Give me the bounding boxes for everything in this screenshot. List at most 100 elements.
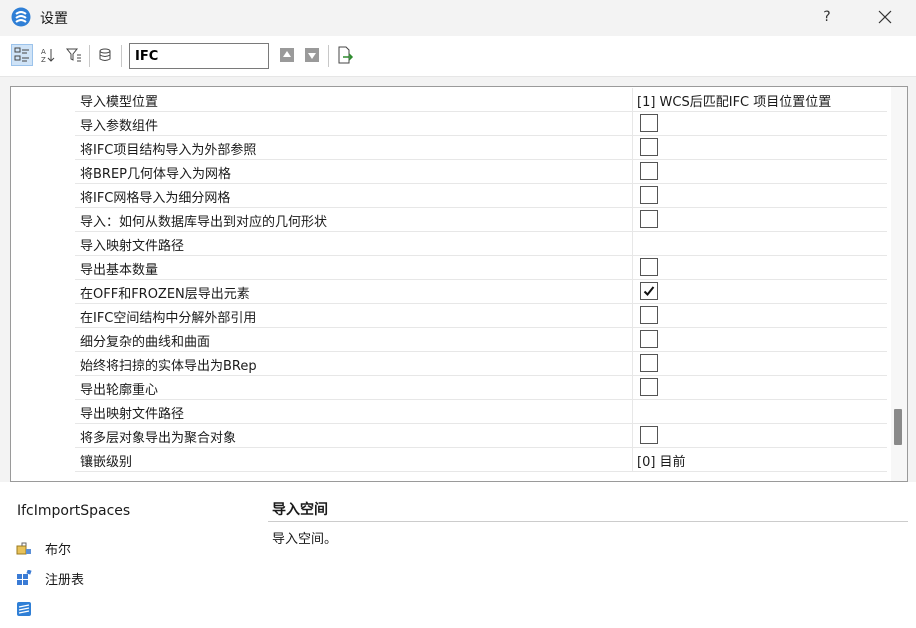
- property-row[interactable]: 将IFC网格导入为细分网格: [75, 184, 887, 208]
- tree-view-icon: [14, 47, 29, 62]
- column-divider: [632, 208, 633, 232]
- property-label: 导入：如何从数据库导出到对应的几何形状: [80, 215, 328, 230]
- column-divider: [632, 376, 633, 400]
- property-checkbox[interactable]: [640, 426, 658, 444]
- property-label: 将IFC网格导入为细分网格: [80, 191, 231, 206]
- property-row[interactable]: 导出映射文件路径: [75, 400, 887, 424]
- column-divider: [632, 280, 633, 304]
- close-icon[interactable]: [868, 4, 902, 30]
- property-label: 导出基本数量: [80, 263, 159, 278]
- property-row[interactable]: 始终将扫掠的实体导出为BRep: [75, 352, 887, 376]
- database-icon: [99, 48, 111, 61]
- property-checkbox[interactable]: [640, 138, 658, 156]
- column-divider: [632, 424, 633, 448]
- details-panel: IfcImportSpaces 布尔 注册表 导入空间 导入空间。: [0, 482, 916, 628]
- property-checkbox[interactable]: [640, 114, 658, 132]
- property-row[interactable]: 导入映射文件路径: [75, 232, 887, 256]
- arrow-up-icon: [280, 48, 294, 62]
- categorized-view-button[interactable]: [11, 44, 33, 66]
- svg-text:A: A: [41, 48, 46, 56]
- scrollbar-thumb[interactable]: [894, 409, 902, 445]
- property-label: 导入模型位置: [80, 95, 159, 110]
- search-previous-button[interactable]: [276, 44, 298, 66]
- database-button[interactable]: [95, 44, 117, 66]
- filter-button[interactable]: [63, 44, 85, 66]
- vertical-scrollbar[interactable]: [891, 87, 907, 481]
- description-title: 导入空间: [272, 502, 328, 518]
- property-checkbox[interactable]: [640, 162, 658, 180]
- property-label: 细分复杂的曲线和曲面: [80, 335, 211, 350]
- property-name: IfcImportSpaces: [17, 503, 131, 519]
- search-input[interactable]: [129, 43, 269, 69]
- export-button[interactable]: [334, 44, 356, 66]
- property-checkbox[interactable]: [640, 282, 658, 300]
- property-checkbox[interactable]: [640, 378, 658, 396]
- property-label: 导入映射文件路径: [80, 239, 185, 254]
- property-value[interactable]: [1] WCS后匹配IFC 项目位置位置: [637, 91, 831, 110]
- property-row[interactable]: 导入参数组件: [75, 112, 887, 136]
- property-row[interactable]: 将BREP几何体导入为网格: [75, 160, 887, 184]
- property-checkbox[interactable]: [640, 354, 658, 372]
- property-row[interactable]: 将多层对象导出为聚合对象: [75, 424, 887, 448]
- property-label: 将IFC项目结构导入为外部参照: [80, 143, 257, 158]
- svg-text:Z: Z: [41, 56, 46, 64]
- sort-alpha-icon: A Z: [41, 48, 55, 64]
- property-row[interactable]: 导入模型位置 [1] WCS后匹配IFC 项目位置位置: [75, 88, 887, 112]
- column-divider: [632, 112, 633, 136]
- property-checkbox[interactable]: [640, 306, 658, 324]
- toolbar-divider: [328, 45, 329, 67]
- property-row[interactable]: 在OFF和FROZEN层导出元素: [75, 280, 887, 304]
- property-label: 镶嵌级别: [80, 455, 133, 470]
- property-label: 在OFF和FROZEN层导出元素: [80, 287, 250, 302]
- property-checkbox[interactable]: [640, 330, 658, 348]
- property-row[interactable]: 导出基本数量: [75, 256, 887, 280]
- alphabetical-view-button[interactable]: A Z: [37, 44, 59, 66]
- search-next-button[interactable]: [301, 44, 323, 66]
- column-divider: [632, 136, 633, 160]
- property-grid: 导入模型位置 [1] WCS后匹配IFC 项目位置位置导入参数组件将IFC项目结构…: [10, 86, 908, 482]
- column-divider: [632, 232, 633, 256]
- storage-label: 注册表: [45, 573, 85, 588]
- column-divider: [632, 448, 633, 472]
- property-row[interactable]: 细分复杂的曲线和曲面: [75, 328, 887, 352]
- toolbar-divider: [89, 45, 90, 67]
- boolean-type-icon: [16, 542, 31, 555]
- property-label: 将BREP几何体导入为网格: [80, 167, 232, 182]
- property-row[interactable]: 在IFC空间结构中分解外部引用: [75, 304, 887, 328]
- column-divider: [632, 184, 633, 208]
- property-checkbox[interactable]: [640, 258, 658, 276]
- property-label: 导出映射文件路径: [80, 407, 185, 422]
- column-divider: [632, 88, 633, 112]
- property-label: 导出轮廓重心: [80, 383, 159, 398]
- description-text: 导入空间。: [272, 532, 338, 547]
- type-label: 布尔: [45, 543, 72, 558]
- description-divider: [268, 521, 908, 522]
- property-row[interactable]: 导入：如何从数据库导出到对应的几何形状: [75, 208, 887, 232]
- column-divider: [632, 400, 633, 424]
- property-value[interactable]: [0] 目前: [637, 451, 686, 470]
- column-divider: [632, 304, 633, 328]
- column-divider: [632, 328, 633, 352]
- registry-icon: [17, 570, 32, 585]
- arrow-down-icon: [305, 48, 319, 62]
- column-divider: [632, 352, 633, 376]
- property-label: 将多层对象导出为聚合对象: [80, 431, 237, 446]
- property-checkbox[interactable]: [640, 186, 658, 204]
- title-bar: 设置 ?: [0, 0, 916, 36]
- column-divider: [632, 256, 633, 280]
- property-row[interactable]: 导出轮廓重心: [75, 376, 887, 400]
- app-logo-icon: [11, 7, 31, 27]
- checkmark-icon: [643, 286, 655, 296]
- property-row[interactable]: 将IFC项目结构导入为外部参照: [75, 136, 887, 160]
- filter-icon: [65, 48, 81, 62]
- property-label: 在IFC空间结构中分解外部引用: [80, 311, 257, 326]
- export-file-icon: [338, 46, 354, 64]
- toolbar-divider: [121, 45, 122, 67]
- app-small-logo-icon: [17, 602, 31, 616]
- property-label: 始终将扫掠的实体导出为BRep: [80, 359, 257, 374]
- window-title: 设置: [40, 11, 68, 27]
- property-checkbox[interactable]: [640, 210, 658, 228]
- help-button[interactable]: ?: [812, 4, 842, 30]
- property-row[interactable]: 镶嵌级别 [0] 目前: [75, 448, 887, 472]
- column-divider: [632, 160, 633, 184]
